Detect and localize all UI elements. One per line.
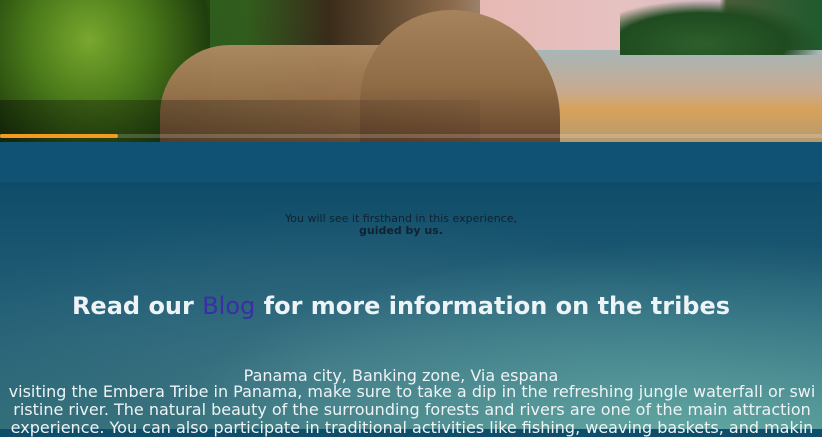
blog-link[interactable]: Blog — [202, 292, 255, 320]
navigation-band — [0, 142, 822, 182]
slider-progress-track — [0, 134, 822, 138]
description-line: visiting the Embera Tribe in Panama, mak… — [8, 383, 816, 401]
blog-heading-prefix: Read our — [71, 292, 203, 320]
description-line: ristine river. The natural beauty of the… — [13, 401, 811, 419]
slider-progress-bar — [0, 134, 118, 138]
blog-heading: Read our Blog for more information on th… — [0, 292, 802, 320]
description-line: experience. You can also participate in … — [10, 419, 814, 437]
hero-image — [0, 0, 822, 142]
island — [620, 0, 822, 55]
quote-line-1: You will see it firsthand in this experi… — [285, 212, 517, 225]
blog-heading-suffix: for more information on the tribes — [255, 292, 731, 320]
quote-line-2: guided by us. — [359, 224, 443, 237]
